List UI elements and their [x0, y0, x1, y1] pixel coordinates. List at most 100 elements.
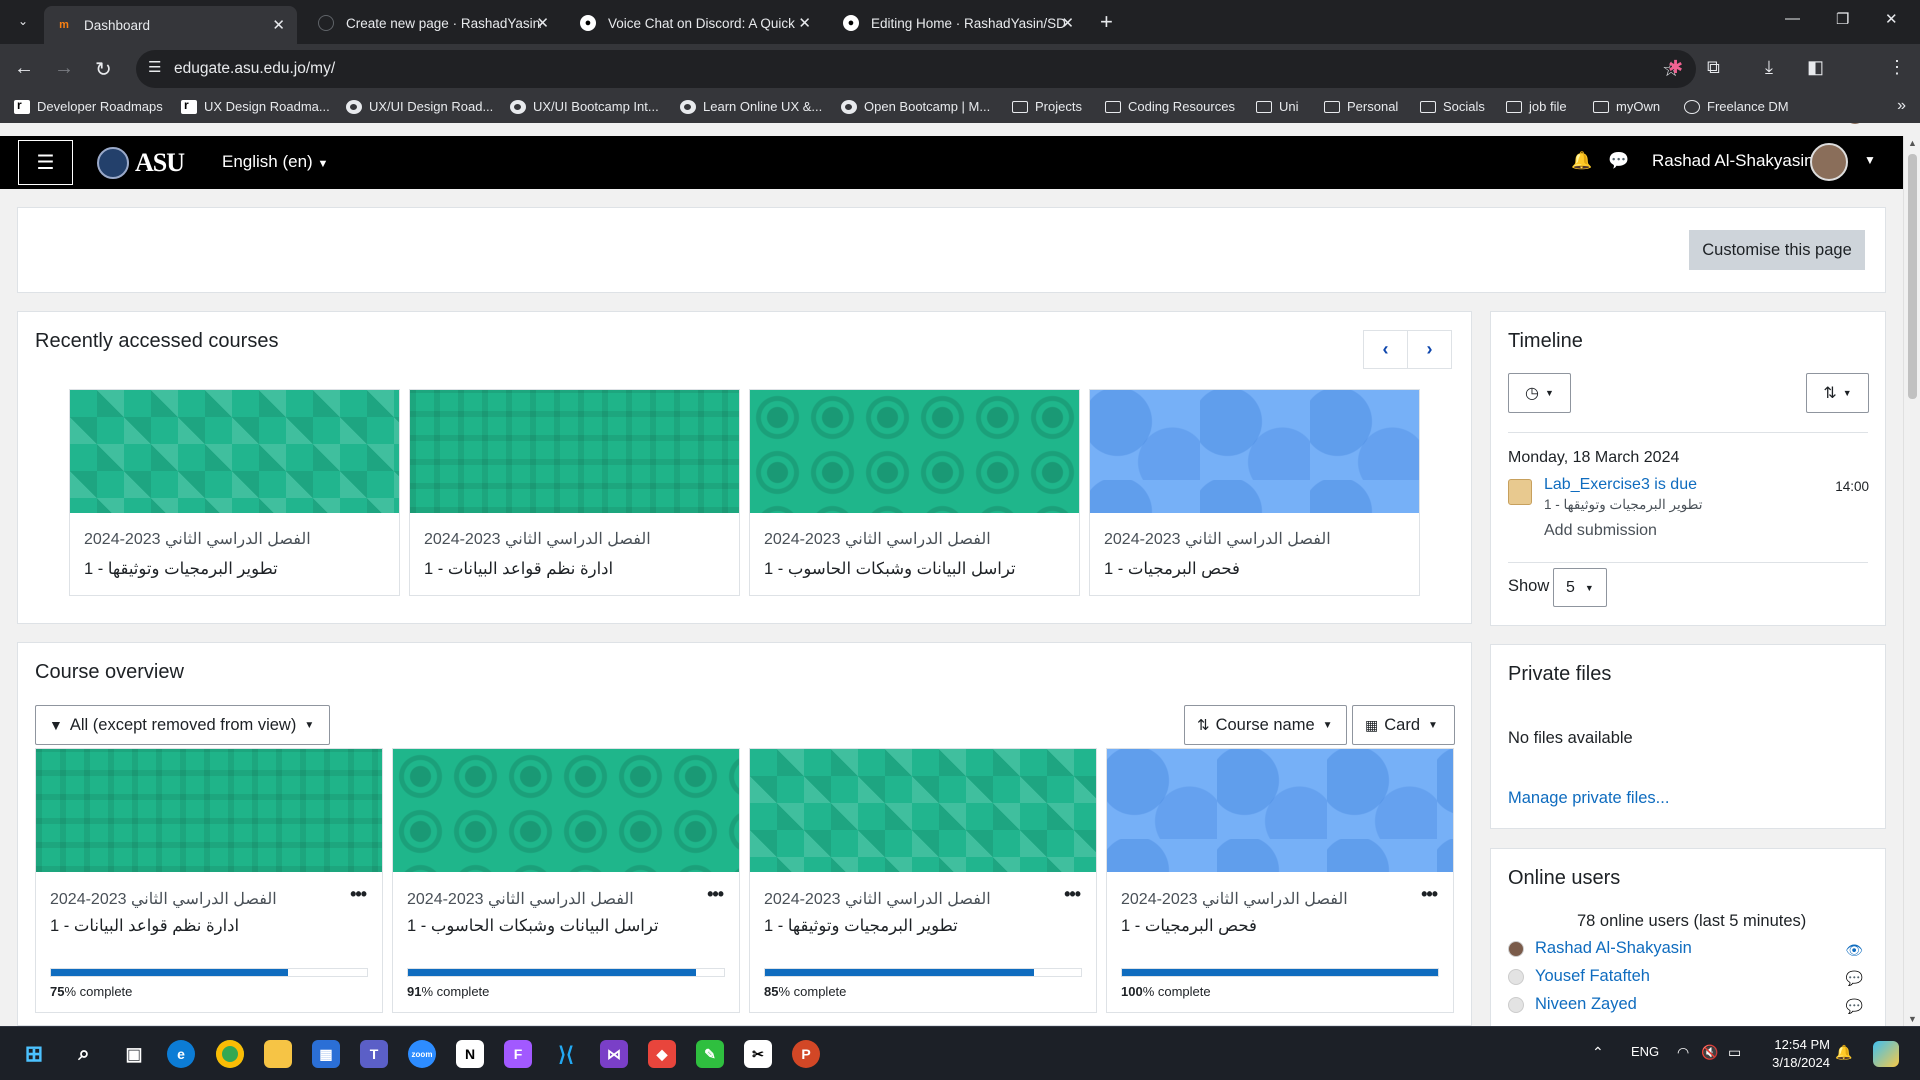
task-view-icon[interactable]: ▣: [120, 1040, 148, 1068]
next-page-button[interactable]: ›: [1407, 330, 1452, 369]
course-image[interactable]: [1090, 390, 1419, 513]
site-info-icon[interactable]: ☰: [148, 58, 161, 76]
overview-course-card[interactable]: الفصل الدراسي الثاني 2023-2024 ••• فحص ا…: [1106, 748, 1454, 1013]
volume-muted-icon[interactable]: 🔇: [1701, 1044, 1718, 1061]
view-dropdown[interactable]: ▦ Card ▼: [1352, 705, 1455, 745]
wifi-icon[interactable]: ◠: [1677, 1044, 1689, 1061]
edge-icon[interactable]: e: [167, 1040, 195, 1068]
grouping-filter-dropdown[interactable]: ▼ All (except removed from view) ▼: [35, 705, 330, 745]
close-tab-icon[interactable]: ✕: [272, 16, 285, 34]
capcut-icon[interactable]: ✂: [744, 1040, 772, 1068]
notion-icon[interactable]: N: [456, 1040, 484, 1068]
zoom-icon[interactable]: zoom: [408, 1040, 436, 1068]
powerpoint-icon[interactable]: P: [792, 1040, 820, 1068]
online-user-name[interactable]: Yousef Fatafteh: [1535, 967, 1650, 986]
bookmark-folder[interactable]: job file: [1506, 99, 1567, 114]
user-avatar[interactable]: [1810, 143, 1848, 181]
message-icon[interactable]: 💬: [1846, 998, 1863, 1015]
course-image[interactable]: [393, 749, 739, 872]
windows-start-icon[interactable]: ⊞: [20, 1040, 48, 1068]
notification-bell-icon[interactable]: 🔔: [1835, 1044, 1852, 1061]
customise-page-button[interactable]: Customise this page: [1689, 230, 1865, 270]
eye-icon[interactable]: 👁: [1845, 942, 1863, 959]
green-app-icon[interactable]: ✎: [696, 1040, 724, 1068]
file-explorer-icon[interactable]: [264, 1040, 292, 1068]
course-actions-menu-icon[interactable]: •••: [1421, 884, 1438, 905]
tab-search-chevron-icon[interactable]: ⌄: [10, 8, 36, 34]
tab-create-page[interactable]: Create new page · RashadYasin/ ✕: [306, 6, 561, 40]
course-image[interactable]: [750, 749, 1096, 872]
course-name-link[interactable]: تطوير البرمجيات وتوثيقها - 1: [764, 916, 958, 936]
bookmark-item[interactable]: Open Bootcamp | M...: [841, 99, 990, 114]
show-count-dropdown[interactable]: 5 ▼: [1553, 568, 1607, 607]
bookmark-item[interactable]: Learn Online UX &...: [680, 99, 822, 114]
bookmark-item[interactable]: UX/UI Design Road...: [346, 99, 493, 114]
tab-dashboard[interactable]: m Dashboard ✕: [44, 6, 297, 44]
close-tab-icon[interactable]: ✕: [1061, 14, 1074, 32]
course-name-link[interactable]: تراسل البيانات وشبكات الحاسوب - 1: [407, 916, 659, 936]
course-image[interactable]: [36, 749, 382, 872]
download-icon[interactable]: ⤓: [1765, 57, 1773, 78]
tray-overflow-chevron-icon[interactable]: ⌃: [1592, 1044, 1604, 1061]
bookmark-item[interactable]: UX/UI Bootcamp Int...: [510, 99, 659, 114]
manage-private-files-link[interactable]: Manage private files...: [1508, 789, 1669, 808]
overview-course-card[interactable]: الفصل الدراسي الثاني 2023-2024 ••• تراسل…: [392, 748, 740, 1013]
copilot-icon[interactable]: [1873, 1041, 1899, 1067]
site-logo[interactable]: ASU: [97, 143, 187, 183]
course-actions-menu-icon[interactable]: •••: [707, 884, 724, 905]
search-icon[interactable]: ⌕: [70, 1040, 98, 1068]
chrome-icon[interactable]: [216, 1040, 244, 1068]
recent-course-card[interactable]: الفصل الدراسي الثاني 2023-2024 فحص البرم…: [1089, 389, 1420, 596]
course-name-link[interactable]: تطوير البرمجيات وتوثيقها - 1: [84, 559, 278, 579]
message-icon[interactable]: 💬: [1846, 970, 1863, 987]
hamburger-menu-icon[interactable]: ☰: [18, 140, 73, 185]
user-menu-name[interactable]: Rashad Al-Shakyasin: [1652, 151, 1814, 171]
bookmark-item[interactable]: Freelance DM: [1684, 99, 1789, 114]
online-user-item[interactable]: Yousef Fatafteh: [1508, 967, 1650, 986]
recent-course-card[interactable]: الفصل الدراسي الثاني 2023-2024 تطوير الب…: [69, 389, 400, 596]
puzzle-extensions-icon[interactable]: ⧉: [1707, 57, 1720, 78]
language-indicator[interactable]: ENG: [1631, 1044, 1659, 1059]
extension-icon[interactable]: ✱: [1668, 57, 1683, 78]
bookmark-folder[interactable]: Personal: [1324, 99, 1398, 114]
bookmark-item[interactable]: Developer Roadmaps: [14, 98, 163, 114]
address-bar[interactable]: ☰ edugate.asu.edu.jo/my/ ☆: [136, 50, 1696, 88]
more-bookmarks-icon[interactable]: »: [1897, 97, 1906, 115]
teams-icon[interactable]: T: [360, 1040, 388, 1068]
chrome-menu-icon[interactable]: ⋮: [1888, 57, 1906, 78]
overview-course-card[interactable]: الفصل الدراسي الثاني 2023-2024 ••• تطوير…: [749, 748, 1097, 1013]
user-menu-caret-icon[interactable]: ▼: [1864, 153, 1876, 167]
course-image[interactable]: [70, 390, 399, 513]
sort-dropdown[interactable]: ⇅ Course name ▼: [1184, 705, 1347, 745]
bookmark-folder[interactable]: Socials: [1420, 99, 1485, 114]
minimize-icon[interactable]: —: [1785, 10, 1800, 27]
overview-course-card[interactable]: الفصل الدراسي الثاني 2023-2024 ••• ادارة…: [35, 748, 383, 1013]
online-user-item[interactable]: Niveen Zayed: [1508, 995, 1637, 1014]
messages-chat-icon[interactable]: 💬: [1608, 151, 1629, 171]
visual-studio-icon[interactable]: ⋈: [600, 1040, 628, 1068]
battery-icon[interactable]: ▭: [1728, 1044, 1741, 1061]
course-name-link[interactable]: ادارة نظم قواعد البيانات - 1: [424, 559, 613, 579]
online-user-name[interactable]: Niveen Zayed: [1535, 995, 1637, 1014]
scrollbar-thumb[interactable]: [1908, 154, 1917, 399]
course-image[interactable]: [750, 390, 1079, 513]
new-tab-plus-icon[interactable]: +: [1100, 9, 1113, 35]
bookmark-folder[interactable]: myOwn: [1593, 99, 1660, 114]
tab-editing-home[interactable]: ● Editing Home · RashadYasin/SD ✕: [831, 6, 1086, 40]
course-name-link[interactable]: تراسل البيانات وشبكات الحاسوب - 1: [764, 559, 1016, 579]
reload-icon[interactable]: ↻: [95, 57, 112, 82]
timeline-event-link[interactable]: Lab_Exercise3 is due: [1544, 476, 1697, 494]
bookmark-folder[interactable]: Coding Resources: [1105, 99, 1235, 114]
scroll-down-icon[interactable]: ▼: [1908, 1014, 1917, 1024]
recent-course-card[interactable]: الفصل الدراسي الثاني 2023-2024 ادارة نظم…: [409, 389, 740, 596]
course-name-link[interactable]: ادارة نظم قواعد البيانات - 1: [50, 916, 239, 936]
recent-course-card[interactable]: الفصل الدراسي الثاني 2023-2024 تراسل الب…: [749, 389, 1080, 596]
clock[interactable]: 12:54 PM 3/18/2024: [1772, 1036, 1830, 1072]
course-actions-menu-icon[interactable]: •••: [1064, 884, 1081, 905]
page-scrollbar[interactable]: ▲ ▼: [1903, 136, 1920, 1026]
add-submission-link[interactable]: Add submission: [1544, 522, 1657, 540]
timeline-filter-dropdown[interactable]: ◷ ▼: [1508, 373, 1571, 413]
course-name-link[interactable]: فحص البرمجيات - 1: [1121, 916, 1257, 936]
bookmark-item[interactable]: UX Design Roadma...: [181, 98, 330, 114]
course-name-link[interactable]: فحص البرمجيات - 1: [1104, 559, 1240, 579]
